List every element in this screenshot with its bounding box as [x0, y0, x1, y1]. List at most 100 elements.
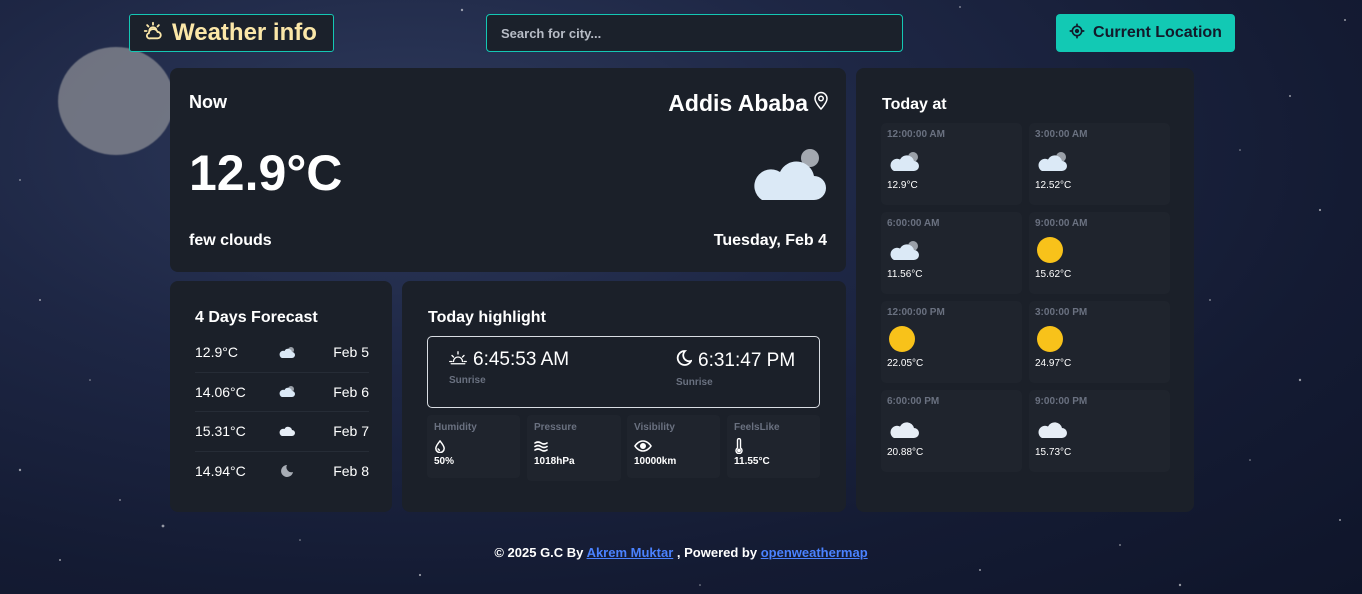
forecast-date: Feb 5 — [333, 344, 369, 361]
today-title: Today at — [882, 96, 947, 113]
current-location-label: Current Location — [1093, 24, 1222, 41]
hour-time: 9:00:00 AM — [1035, 218, 1088, 229]
hourly-item: 12:00:00 PM 22.05°C — [881, 301, 1022, 383]
feelslike-stat: FeelsLike 11.55°C — [727, 415, 820, 478]
hour-temp: 11.56°C — [887, 269, 923, 280]
hourly-item: 9:00:00 PM 15.73°C — [1029, 390, 1170, 472]
stat-label: Visibility — [634, 422, 675, 433]
hourly-item: 12:00:00 AM 12.9°C — [881, 123, 1022, 205]
forecast-date: Feb 7 — [333, 423, 369, 440]
hour-time: 9:00:00 PM — [1035, 396, 1088, 407]
provider-link[interactable]: openweathermap — [761, 545, 868, 560]
cloud-icon — [887, 415, 1016, 441]
eye-icon — [634, 438, 713, 454]
hour-time: 3:00:00 PM — [1035, 307, 1088, 318]
cloud-moon-icon — [887, 148, 1016, 174]
forecast-date: Feb 6 — [333, 383, 369, 400]
forecast-list: 12.9°C Feb 5 14.06°C Feb 6 15.31°C Feb 7… — [195, 333, 369, 491]
stat-value: 1018hPa — [534, 456, 575, 467]
hour-temp: 24.97°C — [1035, 358, 1072, 369]
city-name-row: Addis Ababa — [668, 89, 830, 117]
highlight-stats: Humidity 50% Pressure 1018hPa Visibility… — [427, 415, 820, 481]
sunset-item: 6:31:47 PM Sunrise — [676, 349, 795, 388]
footer-copyright: © 2025 G.C By — [494, 545, 584, 560]
hour-temp: 12.9°C — [887, 180, 918, 191]
humidity-stat: Humidity 50% — [427, 415, 520, 478]
today-at-card: Today at 12:00:00 AM 12.9°C 3:00:00 AM 1… — [856, 68, 1194, 512]
author-link[interactable]: Akrem Muktar — [587, 545, 674, 560]
stat-value: 11.55°C — [734, 456, 770, 467]
stat-label: Pressure — [534, 422, 577, 433]
hourly-item: 3:00:00 AM 12.52°C — [1029, 123, 1170, 205]
footer: © 2025 G.C By Akrem Muktar , Powered by … — [0, 545, 1362, 560]
sunset-label: Sunrise — [676, 377, 713, 388]
logo-text: Weather info — [172, 19, 317, 46]
cloud-moon-icon — [272, 346, 302, 359]
stat-label: FeelsLike — [734, 422, 780, 433]
hour-time: 12:00:00 AM — [887, 129, 945, 140]
forecast-temp: 14.94°C — [195, 463, 246, 480]
weather-description: few clouds — [189, 232, 272, 249]
wind-waves-icon — [534, 438, 614, 454]
forecast-title: 4 Days Forecast — [195, 309, 318, 326]
forecast-date: Feb 8 — [333, 463, 369, 480]
cloud-moon-icon — [272, 385, 302, 398]
forecast-card: 4 Days Forecast 12.9°C Feb 5 14.06°C Feb… — [170, 281, 392, 512]
hour-time: 3:00:00 AM — [1035, 129, 1088, 140]
cloud-moon-icon — [1035, 148, 1164, 174]
city-name: Addis Ababa — [668, 89, 808, 116]
search-input[interactable] — [486, 14, 903, 52]
now-label: Now — [189, 92, 227, 112]
hourly-item: 9:00:00 AM 15.62°C — [1029, 212, 1170, 294]
current-date: Tuesday, Feb 4 — [713, 232, 827, 249]
hour-temp: 12.52°C — [1035, 180, 1072, 191]
today-highlight-card: Today highlight 6:45:53 AM Sunrise 6:31:… — [402, 281, 846, 512]
current-temperature: 12.9°C — [189, 145, 343, 201]
hour-temp: 15.62°C — [1035, 269, 1072, 280]
hourly-item: 3:00:00 PM 24.97°C — [1029, 301, 1170, 383]
hour-temp: 20.88°C — [887, 447, 924, 458]
map-pin-icon — [812, 89, 830, 117]
moon-icon — [676, 349, 693, 373]
current-location-button[interactable]: Current Location — [1056, 14, 1235, 52]
sunrise-time: 6:45:53 AM — [473, 349, 570, 370]
hour-temp: 15.73°C — [1035, 447, 1072, 458]
sun-cloud-icon — [142, 20, 164, 47]
moon-background — [58, 47, 174, 155]
sun-icon — [1035, 326, 1164, 352]
forecast-row: 14.06°C Feb 6 — [195, 373, 369, 412]
cloud-icon — [1035, 415, 1164, 441]
hour-temp: 22.05°C — [887, 358, 924, 369]
hourly-item: 6:00:00 PM 20.88°C — [881, 390, 1022, 472]
hour-time: 6:00:00 PM — [887, 396, 940, 407]
droplet-icon — [434, 438, 513, 454]
header: Weather info Current Location — [0, 0, 1362, 60]
hour-time: 12:00:00 PM — [887, 307, 945, 318]
cloud-moon-icon — [744, 142, 828, 207]
cloud-moon-icon — [887, 237, 1016, 263]
sun-icon — [887, 326, 1016, 352]
pressure-stat: Pressure 1018hPa — [527, 415, 621, 481]
stat-value: 50% — [434, 456, 455, 467]
forecast-row: 12.9°C Feb 5 — [195, 333, 369, 373]
sunrise-label: Sunrise — [449, 375, 486, 386]
footer-powered-by: , Powered by — [676, 545, 758, 560]
moon-icon — [272, 464, 302, 478]
cloud-icon — [272, 425, 302, 437]
sun-icon — [1035, 237, 1164, 263]
current-weather-card: Now Addis Ababa 12.9°C few clouds Tuesda… — [170, 68, 846, 272]
logo[interactable]: Weather info — [129, 14, 334, 52]
visibility-stat: Visibility 10000km — [627, 415, 720, 478]
forecast-temp: 12.9°C — [195, 344, 238, 361]
forecast-temp: 15.31°C — [195, 423, 246, 440]
forecast-row: 14.94°C Feb 8 — [195, 452, 369, 492]
stat-label: Humidity — [434, 422, 477, 433]
sunrise-item: 6:45:53 AM Sunrise — [449, 349, 569, 386]
forecast-temp: 14.06°C — [195, 383, 246, 400]
forecast-row: 15.31°C Feb 7 — [195, 412, 369, 452]
crosshair-icon — [1069, 23, 1085, 44]
sunrise-icon — [449, 349, 467, 371]
sunrise-sunset-box: 6:45:53 AM Sunrise 6:31:47 PM Sunrise — [427, 336, 820, 408]
highlight-title: Today highlight — [428, 309, 546, 326]
thermometer-icon — [734, 438, 813, 454]
